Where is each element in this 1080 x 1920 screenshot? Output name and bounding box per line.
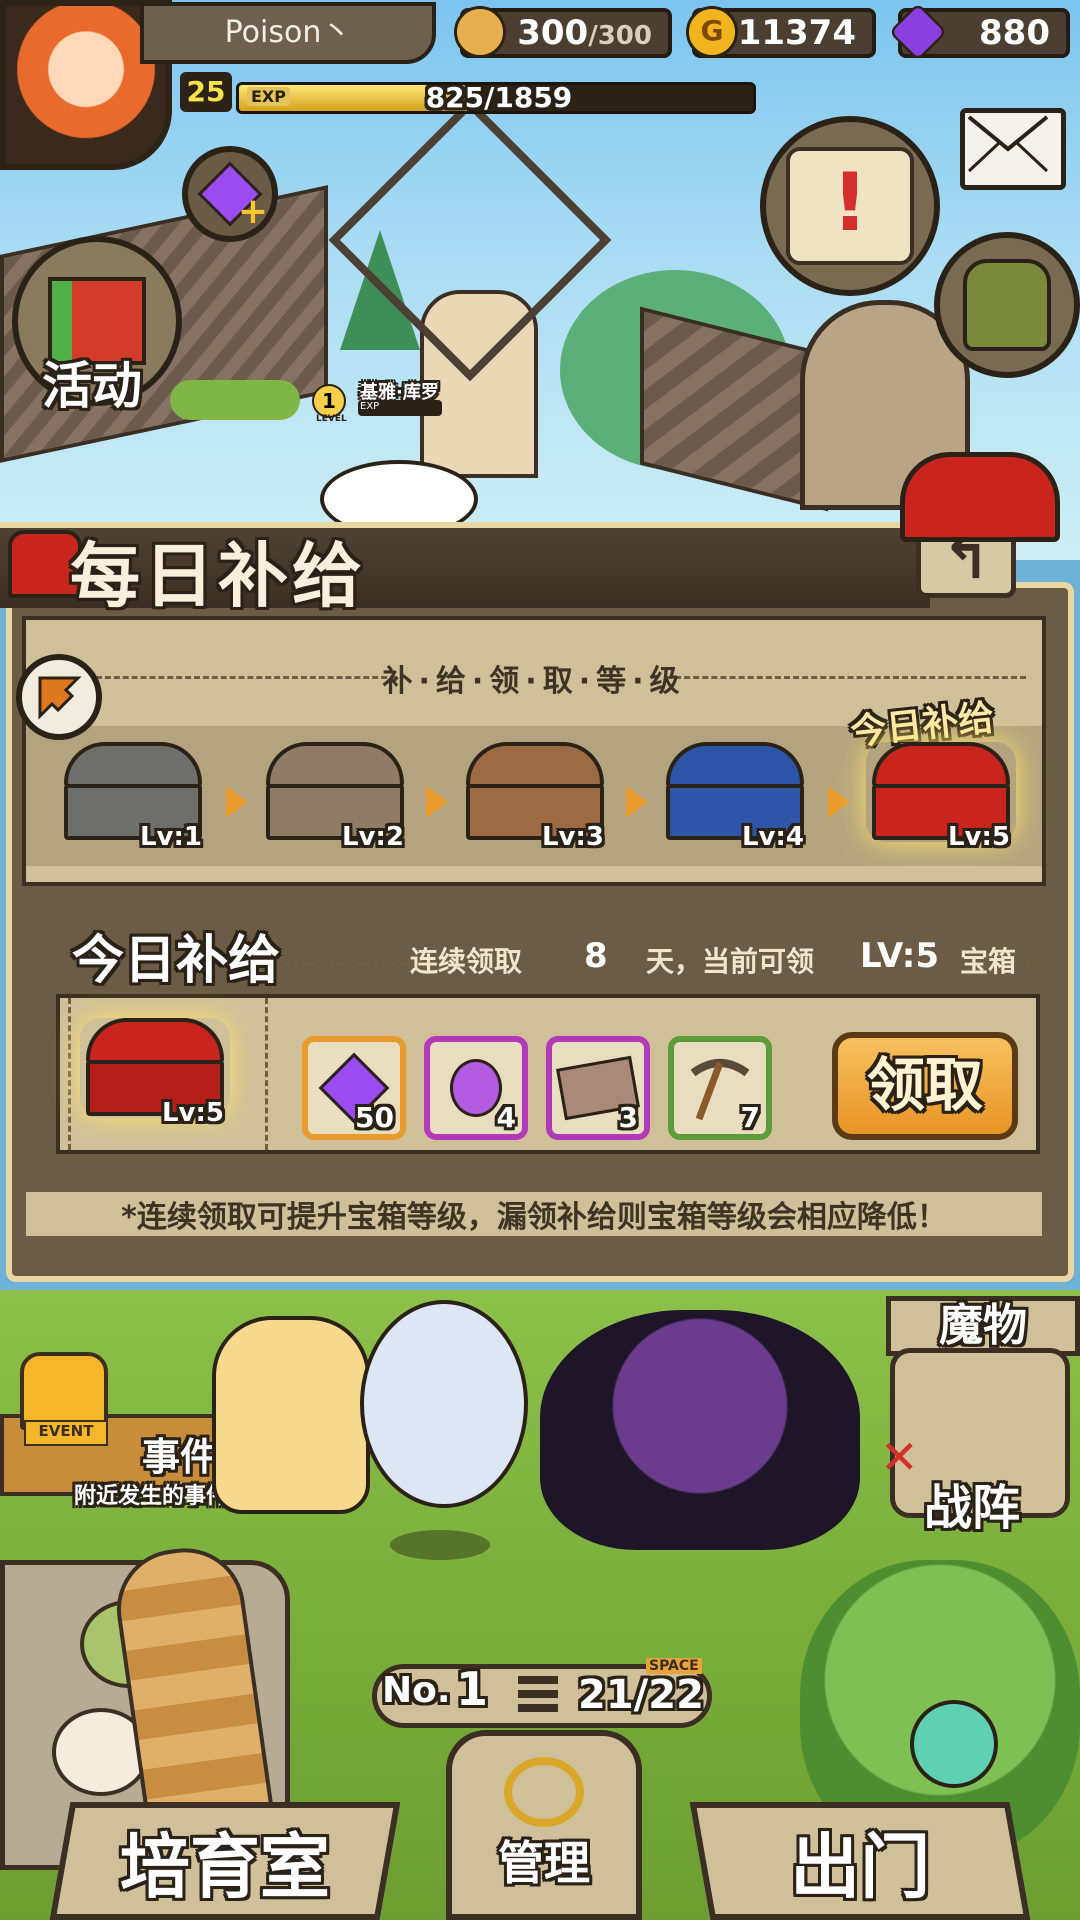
stamina-max: /300 <box>588 21 652 51</box>
reward-ticket[interactable]: 3 <box>546 1036 650 1140</box>
progress-arrow-icon <box>626 786 648 818</box>
manage-button[interactable]: 管理 <box>446 1730 642 1920</box>
chest-lid <box>86 1018 224 1064</box>
buy-gems-button[interactable]: + <box>182 146 278 242</box>
chest-level-label: Lv:5 <box>947 822 1010 852</box>
today-header: 今日补给 <box>72 931 281 991</box>
events-label: 活动 <box>42 357 142 415</box>
crossed-swords-icon: ✕ <box>880 1430 919 1484</box>
monster-dark-lord[interactable] <box>540 1310 860 1550</box>
monsters-tab-label: 魔物 <box>939 1300 1027 1351</box>
nursery-label: 培育室 <box>120 1825 330 1908</box>
quest-scroll-button[interactable]: ! <box>760 116 940 296</box>
reward-count: 50 <box>355 1101 394 1134</box>
mail-button[interactable] <box>960 108 1066 190</box>
streak-days: 8 <box>584 936 608 976</box>
reward-pickaxe[interactable]: 7 <box>668 1036 772 1140</box>
progress-arrow-icon <box>226 786 248 818</box>
event-subtitle: 附近发生的事件 <box>74 1484 229 1509</box>
scroll-alert-icon: ! <box>786 147 914 265</box>
footnote-panel: *连续领取可提升宝箱等级，漏领补给则宝箱等级会相应降低！ <box>22 1162 1046 1266</box>
stamina-value: 300 <box>517 13 589 53</box>
gems-display[interactable]: 880 <box>888 2 1070 62</box>
chest-level-label: Lv:4 <box>741 822 804 852</box>
formation-label: 战阵 <box>924 1480 1021 1536</box>
envelope-icon <box>967 115 1049 173</box>
stamina-display[interactable]: 300/300 <box>454 6 672 58</box>
monster-fairy[interactable] <box>212 1316 370 1514</box>
chest-lid <box>466 742 604 788</box>
reward-count: 4 <box>496 1101 516 1134</box>
streak-prefix: 连续领取 <box>410 945 523 978</box>
plus-icon: + <box>237 191 268 232</box>
storage-shelf-icon <box>518 1676 558 1684</box>
portal-swirl-icon <box>910 1700 998 1788</box>
today-chest: Lv:5 <box>80 1018 230 1128</box>
reward-count: 7 <box>740 1101 760 1134</box>
nursery-button[interactable]: 培育室 <box>49 1802 401 1920</box>
chest-level-label: Lv:3 <box>541 822 604 852</box>
reward-purple-potion[interactable]: 4 <box>424 1036 528 1140</box>
arrow-icon <box>38 676 82 720</box>
keys-icon <box>504 1757 584 1827</box>
claim-button[interactable]: 领取 <box>832 1032 1018 1140</box>
divider <box>284 962 424 965</box>
backpack-icon <box>963 259 1051 351</box>
chest-level-label: Lv:2 <box>341 822 404 852</box>
gold-coin-icon: G <box>686 6 738 58</box>
progress-arrow-icon <box>828 786 850 818</box>
player-level: 25 <box>180 72 232 112</box>
flower-box <box>170 380 300 420</box>
today-chest-label: Lv:5 <box>161 1098 224 1128</box>
shadow <box>390 1530 490 1560</box>
reward-purple-gem[interactable]: 50 <box>302 1036 406 1140</box>
chest-lv2: Lv:2 <box>260 742 410 852</box>
manage-label: 管理 <box>498 1836 590 1890</box>
footnote: *连续领取可提升宝箱等级，漏领补给则宝箱等级会相应降低！ <box>26 1192 1042 1236</box>
progress-arrow-icon <box>426 786 448 818</box>
info-arrow-button[interactable] <box>16 654 102 740</box>
chest-lv4: Lv:4 <box>660 742 810 852</box>
levels-header: 补·给·领·取·等·级 <box>382 664 686 699</box>
chest-lv5: Lv:5 <box>866 742 1016 852</box>
monster-ice-spirit[interactable] <box>360 1300 528 1508</box>
bag-button[interactable] <box>934 232 1080 378</box>
chest-lv3: Lv:3 <box>460 742 610 852</box>
go-out-button[interactable]: 出门 <box>689 1802 1031 1920</box>
chest-lid <box>872 742 1010 788</box>
storage-no: 1 <box>456 1662 489 1716</box>
event-icon <box>20 1352 108 1430</box>
go-out-label: 出门 <box>790 1825 930 1908</box>
monsters-tab[interactable]: 魔物 <box>886 1296 1080 1356</box>
storage-no-prefix: No. <box>382 1670 451 1711</box>
gold-value: 11374 <box>737 13 856 53</box>
gems-value: 880 <box>979 13 1050 53</box>
chest-lid <box>64 742 202 788</box>
streak-suffix: 天，当前可领 <box>646 945 815 978</box>
divider <box>1016 962 1040 965</box>
chest-lid <box>266 742 404 788</box>
chest-lv1: Lv:1 <box>58 742 208 852</box>
streak-box: 宝箱 <box>960 945 1017 978</box>
event-badge: EVENT <box>24 1420 108 1446</box>
npc-level-caption: LEVEL <box>316 414 347 424</box>
modal-title: 每日补给 <box>70 535 366 617</box>
npc-exp-caption: EXP <box>360 401 380 412</box>
chest-level-label: Lv:1 <box>139 822 202 852</box>
player-name[interactable]: Poison丶 <box>140 2 436 64</box>
npc-level-badge: 1 <box>312 384 346 418</box>
exp-bar: EXP 825/1859 <box>236 82 756 114</box>
potion-icon <box>450 1059 502 1117</box>
gold-display[interactable]: G 11374 <box>686 6 876 58</box>
exp-text: 825/1859 <box>425 82 573 114</box>
npc-exp-bar: EXP <box>358 400 442 416</box>
space-value: 21/22 <box>578 1672 704 1718</box>
reward-count: 3 <box>618 1101 638 1134</box>
chest-lid <box>666 742 804 788</box>
treasure-chest-decoration <box>900 452 1060 542</box>
streak-level: LV:5 <box>860 936 940 976</box>
bread-icon <box>454 6 506 58</box>
